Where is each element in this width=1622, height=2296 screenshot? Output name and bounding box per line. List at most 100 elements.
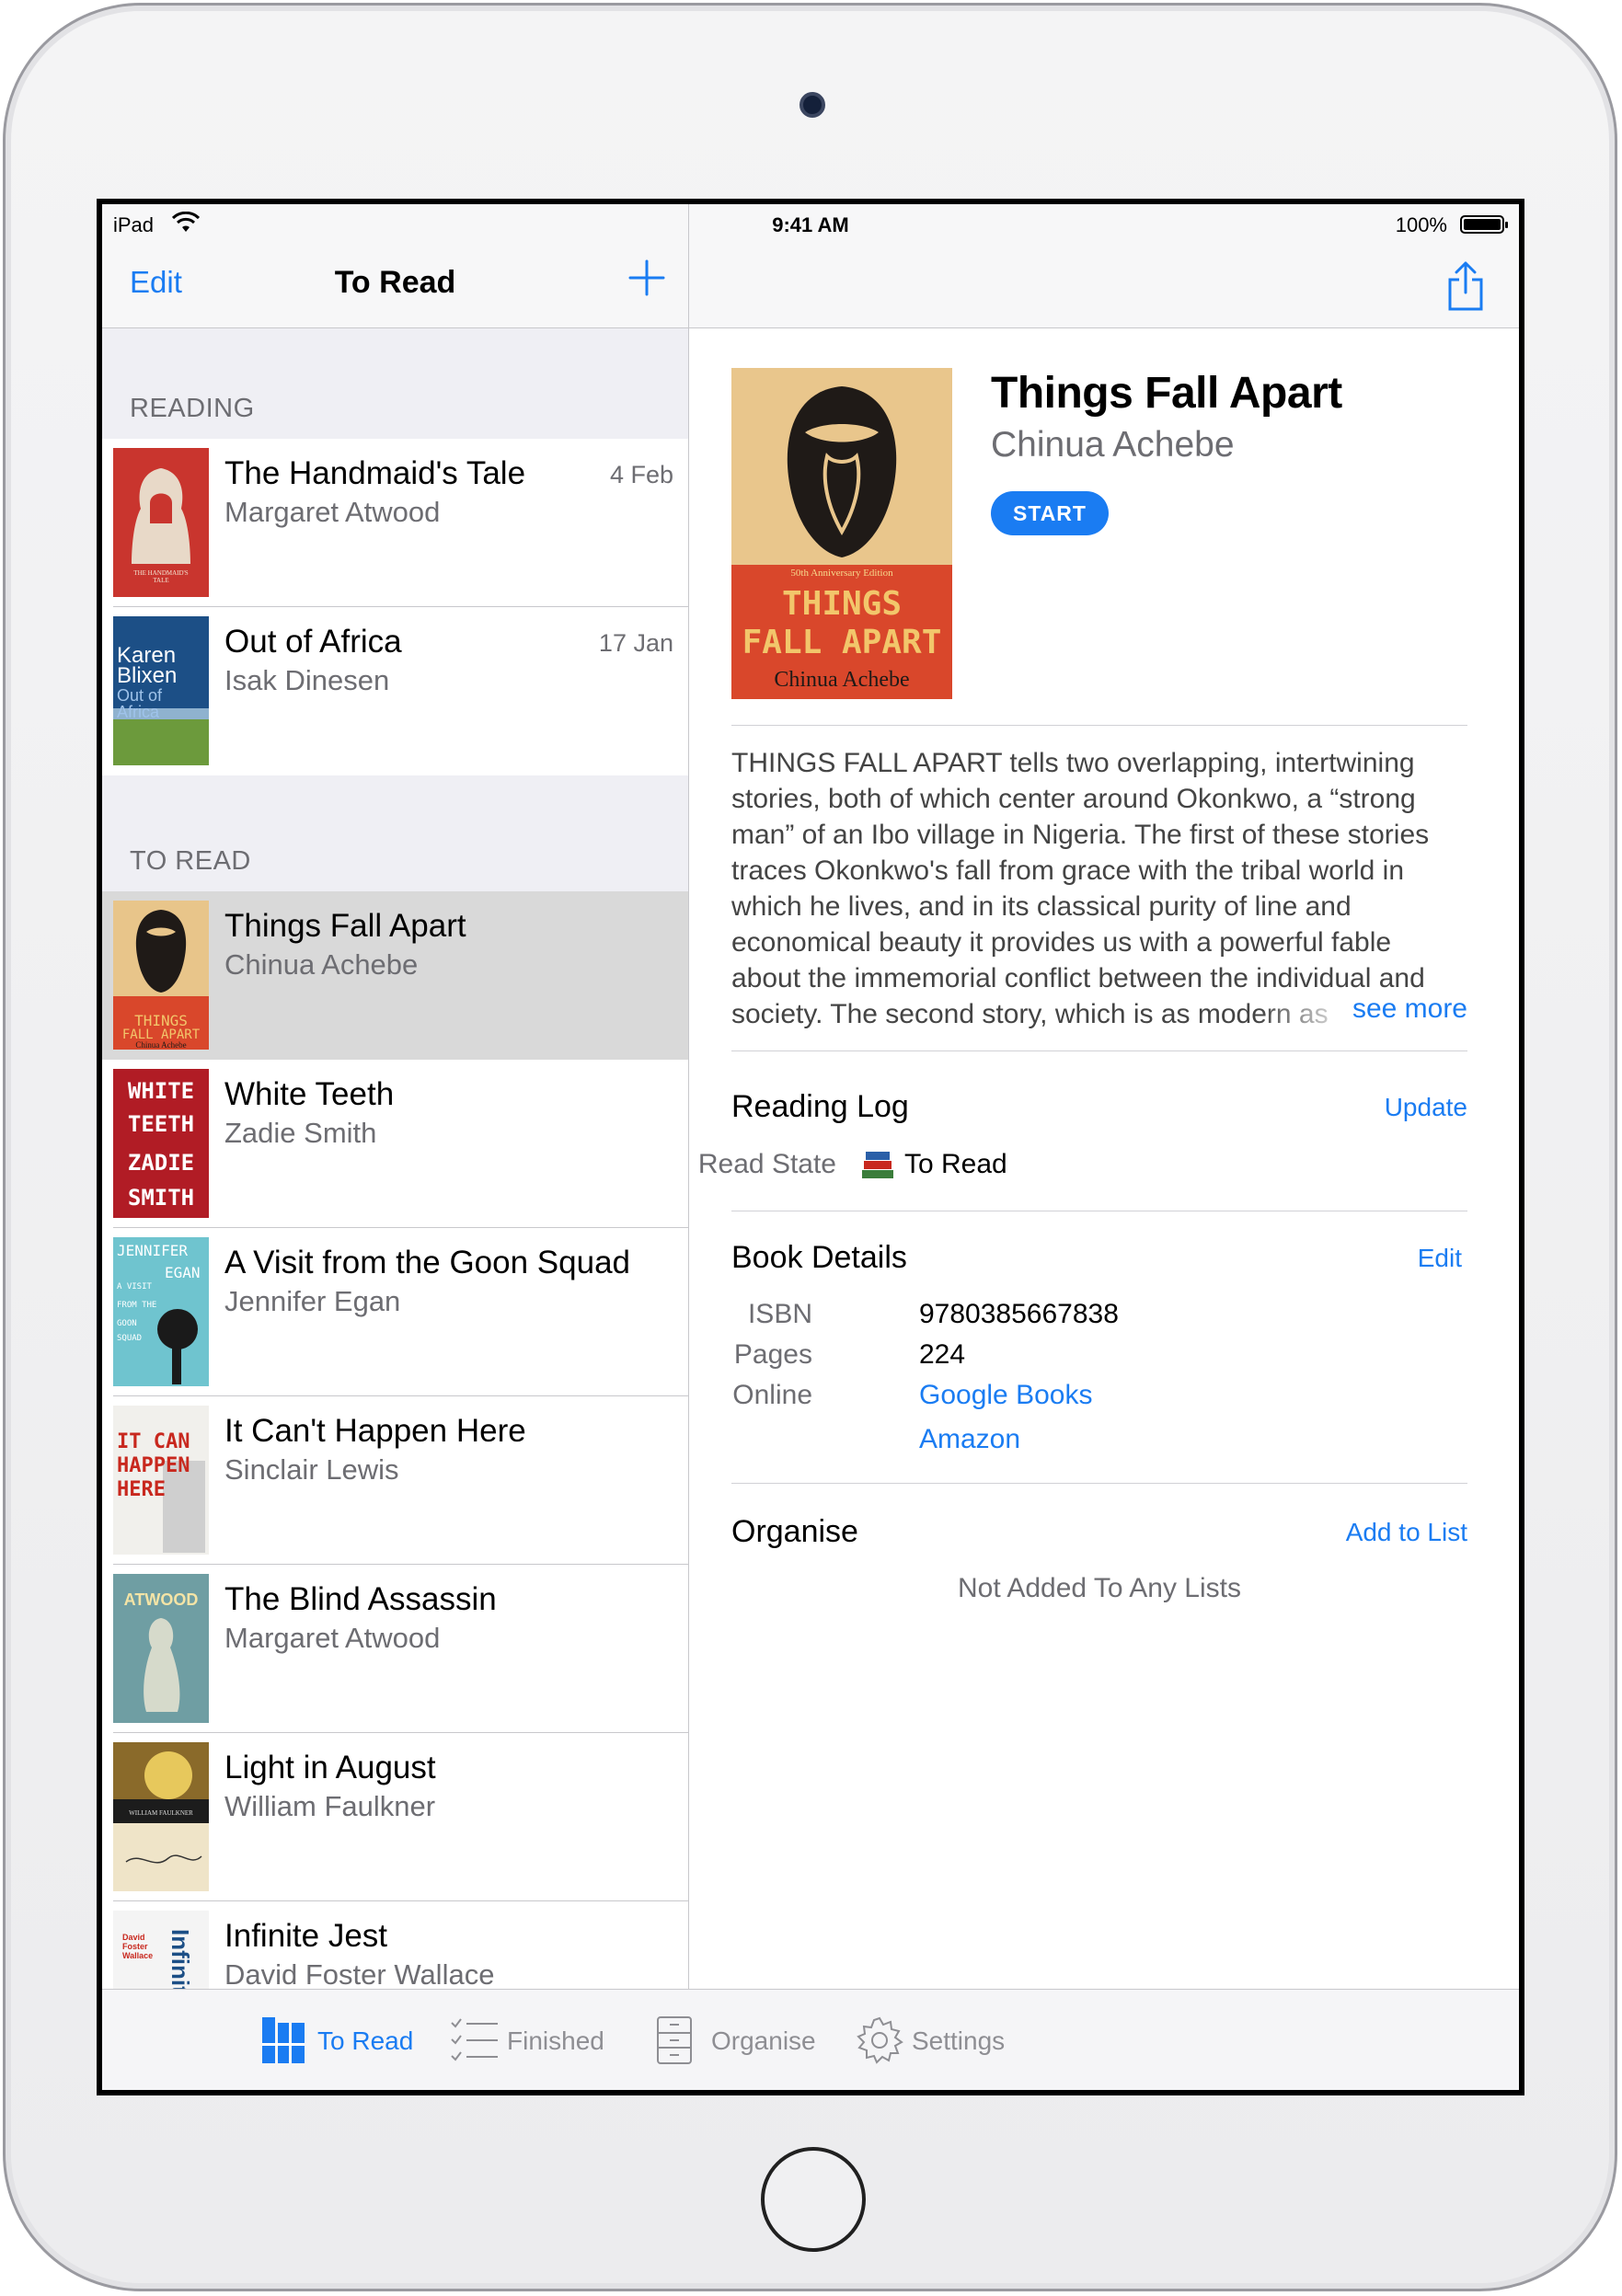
svg-text:Out of: Out of xyxy=(117,686,163,705)
book-title: The Handmaid's Tale xyxy=(224,455,526,491)
share-icon[interactable] xyxy=(1447,261,1484,311)
book-list-pane: Edit To Read READING THE HANDMAID'S TALE… xyxy=(102,204,688,2090)
book-author: Margaret Atwood xyxy=(224,496,441,528)
book-title: Infinite Jest xyxy=(224,1918,388,1954)
book-cover: THE HANDMAID'S TALE xyxy=(113,448,209,597)
book-author: Margaret Atwood xyxy=(224,1622,441,1654)
svg-text:Wallace: Wallace xyxy=(122,1951,153,1960)
tab-label: To Read xyxy=(317,2026,414,2055)
book-title: Light in August xyxy=(224,1750,436,1785)
svg-text:HAPPEN: HAPPEN xyxy=(117,1454,190,1477)
tab-label: Finished xyxy=(507,2026,604,2055)
add-to-list-button[interactable]: Add to List xyxy=(1346,1518,1467,1547)
start-button[interactable]: START xyxy=(991,491,1109,535)
book-title: A Visit from the Goon Squad xyxy=(224,1245,631,1280)
svg-text:Foster: Foster xyxy=(122,1942,148,1951)
book-cover: JENNIFER EGAN A VISIT FROM THE GOON SQUA… xyxy=(113,1237,209,1386)
amazon-link[interactable]: Amazon xyxy=(919,1424,1020,1455)
book-row[interactable]: IT CAN HAPPEN HERE It Can't Happen Here … xyxy=(102,1396,688,1565)
book-author: William Faulkner xyxy=(224,1790,436,1822)
edit-details-button[interactable]: Edit xyxy=(1418,1244,1462,1273)
book-title: Things Fall Apart xyxy=(224,908,466,944)
gear-icon xyxy=(857,2016,903,2064)
books-icon xyxy=(862,1152,893,1178)
book-title: White Teeth xyxy=(224,1076,395,1112)
svg-text:WILLIAM FAULKNER: WILLIAM FAULKNER xyxy=(129,1809,193,1817)
book-detail-pane: 50th Anniversary Edition THINGS FALL APA… xyxy=(689,204,1519,1989)
update-button[interactable]: Update xyxy=(1385,1093,1467,1122)
home-button[interactable] xyxy=(761,2147,866,2252)
book-author: Zadie Smith xyxy=(224,1117,377,1149)
organise-empty-text: Not Added To Any Lists xyxy=(958,1573,1241,1603)
divider xyxy=(731,1050,1467,1051)
divider xyxy=(731,1483,1467,1484)
book-cover: ATWOOD xyxy=(113,1574,209,1723)
status-bar: iPad 9:41 AM 100% xyxy=(102,204,1519,243)
reading-log-title: Reading Log xyxy=(731,1089,909,1124)
battery-icon xyxy=(1460,215,1508,234)
plus-icon[interactable] xyxy=(627,258,667,298)
status-time: 9:41 AM xyxy=(772,213,849,236)
svg-text:EGAN: EGAN xyxy=(165,1264,201,1281)
books-shelf-icon xyxy=(262,2017,305,2063)
svg-text:IT CAN: IT CAN xyxy=(117,1430,190,1453)
book-cover: IT CAN HAPPEN HERE xyxy=(113,1406,209,1555)
tab-bar: To Read Finished Organise Settings xyxy=(102,1989,1519,2090)
book-row-selected[interactable]: THINGS FALL APART Chinua Achebe Things F… xyxy=(102,891,688,1060)
google-books-link[interactable]: Google Books xyxy=(919,1380,1092,1411)
svg-text:Chinua Achebe: Chinua Achebe xyxy=(135,1040,186,1050)
read-state-value: To Read xyxy=(904,1149,1007,1179)
cabinet-icon xyxy=(657,2016,692,2064)
pane-divider xyxy=(688,204,689,1989)
read-state-label: Read State xyxy=(697,1149,836,1179)
book-cover: WILLIAM FAULKNER xyxy=(113,1742,209,1891)
svg-text:Africa: Africa xyxy=(117,703,160,721)
book-title: The Blind Assassin xyxy=(224,1581,497,1617)
book-title: It Can't Happen Here xyxy=(224,1413,526,1449)
book-cover: Karen Blixen Out of Africa xyxy=(113,616,209,765)
divider xyxy=(731,725,1467,726)
cover-edition: 50th Anniversary Edition xyxy=(790,568,893,579)
section-header-reading: READING xyxy=(130,394,255,423)
battery-percent: 100% xyxy=(1395,213,1447,236)
pages-value: 224 xyxy=(919,1339,966,1370)
svg-text:FROM THE: FROM THE xyxy=(117,1301,156,1310)
book-author: Jennifer Egan xyxy=(224,1285,401,1317)
svg-text:ATWOOD: ATWOOD xyxy=(124,1590,199,1609)
svg-text:TEETH: TEETH xyxy=(128,1111,194,1137)
isbn-label: ISBN xyxy=(747,1299,812,1329)
detail-book-cover: 50th Anniversary Edition THINGS FALL APA… xyxy=(731,368,952,699)
svg-text:TALE: TALE xyxy=(153,577,168,584)
svg-text:ZADIE: ZADIE xyxy=(128,1150,194,1176)
screen: iPad 9:41 AM 100% Edit To Read READING T… xyxy=(97,199,1524,2095)
book-cover: THINGS FALL APART Chinua Achebe xyxy=(113,901,209,1050)
cover-author: Chinua Achebe xyxy=(774,668,909,692)
book-details-title: Book Details xyxy=(731,1240,907,1275)
book-row[interactable]: WILLIAM FAULKNER Light in August William… xyxy=(102,1733,688,1901)
book-author: Isak Dinesen xyxy=(224,664,390,696)
organise-title: Organise xyxy=(731,1514,858,1549)
list-title: To Read xyxy=(334,265,456,300)
svg-text:GOON: GOON xyxy=(117,1319,137,1328)
book-row[interactable]: ATWOOD The Blind Assassin Margaret Atwoo… xyxy=(102,1565,688,1733)
book-date: 17 Jan xyxy=(598,629,673,657)
section-header-to-read: TO READ xyxy=(130,846,251,876)
book-author: David Foster Wallace xyxy=(224,1958,495,1991)
isbn-value: 9780385667838 xyxy=(919,1299,1119,1329)
svg-text:SQUAD: SQUAD xyxy=(117,1334,142,1343)
see-more-link[interactable]: see more xyxy=(1346,993,1467,1025)
svg-text:SMITH: SMITH xyxy=(128,1185,194,1211)
book-title: Out of Africa xyxy=(224,624,402,660)
book-row[interactable]: Karen Blixen Out of Africa Out of Africa… xyxy=(102,607,688,775)
tab-label: Settings xyxy=(912,2026,1006,2055)
svg-text:JENNIFER: JENNIFER xyxy=(117,1242,188,1259)
cover-title-line1: THINGS xyxy=(782,585,902,623)
svg-text:David: David xyxy=(122,1933,145,1942)
book-row[interactable]: WHITE TEETH ZADIE SMITH White Teeth Zadi… xyxy=(102,1060,688,1228)
detail-book-author: Chinua Achebe xyxy=(991,425,1235,465)
book-row[interactable]: THE HANDMAID'S TALE The Handmaid's Tale … xyxy=(102,439,688,607)
book-author: Sinclair Lewis xyxy=(224,1453,399,1486)
svg-text:HERE: HERE xyxy=(117,1478,166,1501)
pages-label: Pages xyxy=(733,1339,812,1370)
book-cover: WHITE TEETH ZADIE SMITH xyxy=(113,1069,209,1218)
